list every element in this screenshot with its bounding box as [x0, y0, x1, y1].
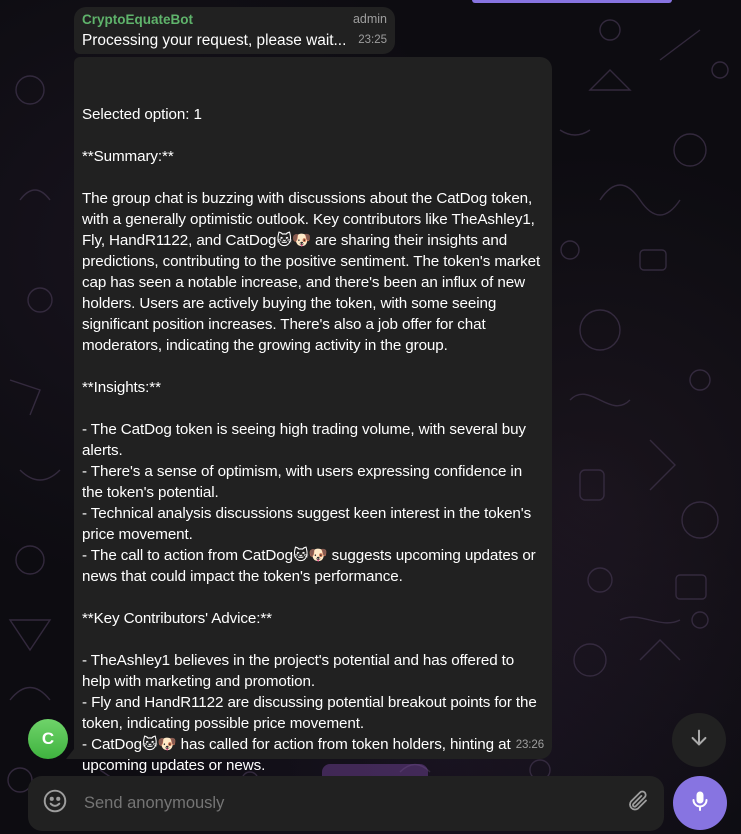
- message-text: Selected option: 1 **Summary:** The grou…: [82, 106, 541, 774]
- message-composer: [28, 776, 664, 831]
- date-pill: [322, 764, 428, 776]
- voice-record-button[interactable]: [673, 776, 727, 830]
- avatar-initial: C: [41, 729, 55, 748]
- top-indicator-strip: [472, 0, 672, 3]
- message-sender-name[interactable]: CryptoEquateBot: [82, 9, 193, 30]
- scroll-down-button[interactable]: [672, 713, 726, 767]
- sender-avatar[interactable]: C: [28, 719, 68, 759]
- summary-message-bubble: Selected option: 1 **Summary:** The grou…: [66, 57, 552, 774]
- status-message-bubble: CryptoEquateBot admin Processing your re…: [74, 7, 395, 54]
- message-text: Processing your request, please wait...: [82, 32, 347, 49]
- bubble-tail: [66, 749, 74, 759]
- smiley-icon[interactable]: [42, 788, 68, 819]
- arrow-down-icon: [688, 727, 710, 754]
- microphone-icon: [688, 789, 712, 818]
- message-input[interactable]: [84, 794, 626, 813]
- message-timestamp: 23:25: [358, 34, 387, 46]
- message-timestamp: 23:26: [515, 739, 544, 751]
- paperclip-icon[interactable]: [626, 789, 650, 818]
- sender-role-badge: admin: [352, 12, 387, 26]
